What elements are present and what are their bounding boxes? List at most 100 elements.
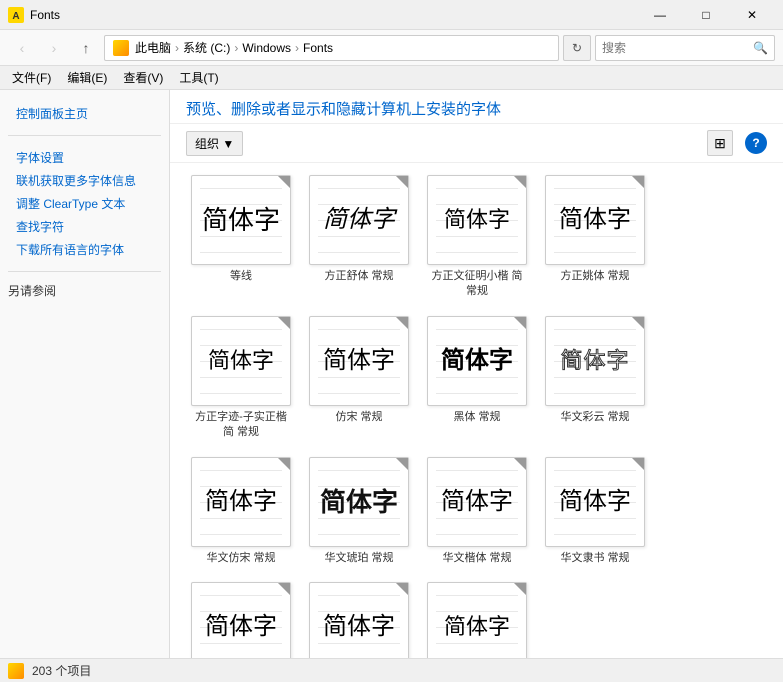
folder-icon xyxy=(113,40,129,56)
font-preview: 简体字 xyxy=(309,582,409,658)
search-box[interactable]: 🔍 xyxy=(595,35,775,61)
maximize-button[interactable]: □ xyxy=(683,0,729,30)
content-area: 预览、删除或者显示和隐藏计算机上安装的字体 组织 ▼ ⊞ ? 简体字等线简体字方… xyxy=(170,90,783,658)
font-character: 简体字 xyxy=(559,490,631,514)
font-item[interactable]: 简体字华文琥珀 常规 xyxy=(304,453,414,570)
view-button[interactable]: ⊞ xyxy=(707,130,733,156)
font-name-label: 华文彩云 常规 xyxy=(560,410,629,425)
sidebar-home-section: 控制面板主页 xyxy=(0,98,169,129)
font-character: 简体字 xyxy=(560,350,629,372)
menu-tools[interactable]: 工具(T) xyxy=(171,67,226,88)
font-name-label: 华文隶书 常规 xyxy=(560,551,629,566)
font-item[interactable]: 简体字方正字迹-子实正楷 简 常规 xyxy=(186,312,296,445)
font-item[interactable]: 简体字华文楷体 常规 xyxy=(422,453,532,570)
breadcrumb-fonts: Fonts xyxy=(303,41,333,55)
breadcrumb-pc: 此电脑 xyxy=(135,39,171,56)
sidebar-home-link[interactable]: 控制面板主页 xyxy=(8,102,161,125)
font-item[interactable]: 简体字方正舒体 常规 xyxy=(304,171,414,304)
search-input[interactable] xyxy=(602,41,753,55)
font-name-label: 方正姚体 常规 xyxy=(560,269,629,284)
font-preview: 简体字 xyxy=(545,175,645,265)
font-item[interactable]: 简体字华文仿宋 常规 xyxy=(186,453,296,570)
title-bar: A Fonts — □ ✕ xyxy=(0,0,783,30)
address-bar: ‹ › ↑ 此电脑 › 系统 (C:) › Windows › Fonts ↻ … xyxy=(0,30,783,66)
font-character: 简体字 xyxy=(323,615,395,639)
menu-view[interactable]: 查看(V) xyxy=(115,67,171,88)
breadcrumb-windows: Windows xyxy=(242,41,291,55)
font-preview: 简体字 xyxy=(545,316,645,406)
font-name-label: 黑体 常规 xyxy=(453,410,500,425)
font-item[interactable]: 简体字华文新魏 常规 xyxy=(422,578,532,658)
font-character: 简体字 xyxy=(323,349,395,373)
font-item[interactable]: 简体字黑体 常规 xyxy=(422,312,532,445)
font-preview: 简体字 xyxy=(427,316,527,406)
font-preview: 简体字 xyxy=(545,457,645,547)
font-preview: 简体字 xyxy=(191,582,291,658)
menu-bar: 文件(F) 编辑(E) 查看(V) 工具(T) xyxy=(0,66,783,90)
font-grid: 简体字等线简体字方正舒体 常规简体字方正文征明小楷 简 常规简体字方正姚体 常规… xyxy=(170,163,783,658)
font-preview: 简体字 xyxy=(191,457,291,547)
sidebar-find-char[interactable]: 查找字符 xyxy=(8,215,161,238)
sidebar: 控制面板主页 字体设置 联机获取更多字体信息 调整 ClearType 文本 查… xyxy=(0,90,170,658)
sidebar-divider-2 xyxy=(8,271,161,272)
font-name-label: 华文琥珀 常规 xyxy=(324,551,393,566)
font-character: 简体字 xyxy=(559,208,631,232)
font-character: 简体字 xyxy=(320,489,398,515)
font-name-label: 仿宋 常规 xyxy=(335,410,382,425)
font-item[interactable]: 简体字仿宋 常规 xyxy=(304,312,414,445)
back-button[interactable]: ‹ xyxy=(8,34,36,62)
font-preview: 简体字 xyxy=(427,582,527,658)
font-name-label: 等线 xyxy=(230,269,252,284)
help-button[interactable]: ? xyxy=(745,132,767,154)
address-box[interactable]: 此电脑 › 系统 (C:) › Windows › Fonts xyxy=(104,35,559,61)
sidebar-cleartype[interactable]: 调整 ClearType 文本 xyxy=(8,192,161,215)
svg-text:A: A xyxy=(12,11,19,22)
font-character: 简体字 xyxy=(441,490,513,514)
font-item[interactable]: 简体字方正姚体 常规 xyxy=(540,171,650,304)
sidebar-font-settings[interactable]: 字体设置 xyxy=(8,146,161,169)
breadcrumb-drive: 系统 (C:) xyxy=(183,39,230,56)
up-button[interactable]: ↑ xyxy=(72,34,100,62)
sidebar-links-section: 字体设置 联机获取更多字体信息 调整 ClearType 文本 查找字符 下载所… xyxy=(0,142,169,265)
status-bar: 203 个项目 xyxy=(0,658,783,682)
menu-edit[interactable]: 编辑(E) xyxy=(59,67,115,88)
content-toolbar: 组织 ▼ ⊞ ? xyxy=(170,124,783,163)
font-name-label: 华文仿宋 常规 xyxy=(206,551,275,566)
font-character: 简体字 xyxy=(444,209,510,231)
also-see-label: 另请参阅 xyxy=(0,278,169,303)
font-preview: 简体字 xyxy=(427,457,527,547)
font-character: 简体字 xyxy=(205,615,277,639)
font-item[interactable]: 简体字华文宋体 常规 xyxy=(186,578,296,658)
forward-button[interactable]: › xyxy=(40,34,68,62)
window-title: Fonts xyxy=(30,8,637,22)
minimize-button[interactable]: — xyxy=(637,0,683,30)
font-preview: 简体字 xyxy=(427,175,527,265)
font-item[interactable]: 简体字华文彩云 常规 xyxy=(540,312,650,445)
font-item[interactable]: 简体字华文细黑 常规 xyxy=(304,578,414,658)
font-preview: 简体字 xyxy=(309,175,409,265)
search-icon: 🔍 xyxy=(753,41,768,55)
content-title: 预览、删除或者显示和隐藏计算机上安装的字体 xyxy=(186,101,501,118)
font-character: 简体字 xyxy=(444,616,510,638)
font-preview: 简体字 xyxy=(309,316,409,406)
window-controls: — □ ✕ xyxy=(637,0,775,30)
font-character: 简体字 xyxy=(202,207,280,233)
font-name-label: 方正文征明小楷 简 常规 xyxy=(426,269,528,300)
sidebar-get-more-fonts[interactable]: 联机获取更多字体信息 xyxy=(8,169,161,192)
close-button[interactable]: ✕ xyxy=(729,0,775,30)
menu-file[interactable]: 文件(F) xyxy=(4,67,59,88)
breadcrumb: 此电脑 › 系统 (C:) › Windows › Fonts xyxy=(113,39,333,56)
main-layout: 控制面板主页 字体设置 联机获取更多字体信息 调整 ClearType 文本 查… xyxy=(0,90,783,658)
font-item[interactable]: 简体字华文隶书 常规 xyxy=(540,453,650,570)
refresh-button[interactable]: ↻ xyxy=(563,35,591,61)
sidebar-download-fonts[interactable]: 下载所有语言的字体 xyxy=(8,238,161,261)
font-character: 简体字 xyxy=(441,349,513,373)
content-header: 预览、删除或者显示和隐藏计算机上安装的字体 xyxy=(170,90,783,124)
font-preview: 简体字 xyxy=(309,457,409,547)
font-character: 简体字 xyxy=(205,490,277,514)
font-item[interactable]: 简体字方正文征明小楷 简 常规 xyxy=(422,171,532,304)
organize-button[interactable]: 组织 ▼ xyxy=(186,131,243,156)
sidebar-divider-1 xyxy=(8,135,161,136)
font-character: 简体字 xyxy=(208,350,274,372)
font-item[interactable]: 简体字等线 xyxy=(186,171,296,304)
